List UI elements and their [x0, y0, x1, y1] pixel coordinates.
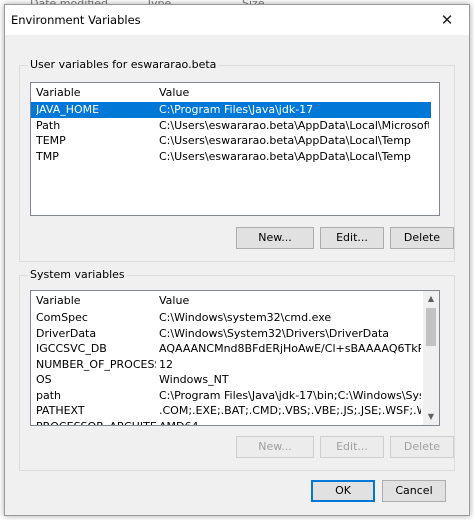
variable-name-cell: NUMBER_OF_PROCESSORS: [36, 357, 156, 371]
system-edit-button[interactable]: Edit...: [320, 436, 384, 458]
scroll-up-icon[interactable]: ▲: [423, 291, 439, 307]
system-list-scrollbar[interactable]: ▲ ▼: [423, 291, 439, 425]
variable-value-cell: AMD64: [159, 419, 199, 426]
environment-variables-dialog: Environment Variables ✕ User variables f…: [4, 4, 470, 516]
user-variables-list[interactable]: Variable Value JAVA_HOME C:\Program Files…: [30, 82, 440, 216]
ok-button[interactable]: OK: [311, 480, 375, 502]
table-row[interactable]: IGCCSVC_DB AQAAANCMnd8BFdERjHoAwE/Cl+sBAA…: [31, 341, 423, 357]
window-title: Environment Variables: [11, 13, 141, 27]
table-row[interactable]: ComSpec C:\Windows\system32\cmd.exe: [31, 310, 423, 326]
variable-name-cell: TEMP: [36, 134, 66, 147]
variable-name-cell: JAVA_HOME: [36, 103, 100, 116]
variable-value-cell: C:\Windows\system32\cmd.exe: [159, 311, 332, 324]
system-new-button[interactable]: New...: [236, 436, 314, 458]
system-variables-group: System variables Variable Value ComSpec C…: [19, 268, 455, 471]
user-new-button[interactable]: New...: [236, 227, 314, 249]
table-row[interactable]: Path C:\Users\eswararao.beta\AppData\Loca…: [31, 118, 431, 134]
user-list-header: Variable Value: [31, 85, 439, 101]
variable-name-cell: Path: [36, 118, 61, 132]
table-row[interactable]: NUMBER_OF_PROCESSORS12: [31, 357, 423, 373]
table-row[interactable]: PATHEXT .COM;.EXE;.BAT;.CMD;.VBS;.VBE;.JS…: [31, 403, 423, 419]
system-variables-label: System variables: [28, 268, 127, 281]
variable-name-cell: PROCESSOR_ARCHITECTURE: [36, 419, 156, 426]
variable-value-cell: 12: [159, 357, 173, 371]
user-edit-button[interactable]: Edit...: [320, 227, 384, 249]
variable-name-cell: PATHEXT: [36, 404, 85, 417]
variable-value-cell: C:\Windows\System32\Drivers\DriverData: [159, 326, 390, 340]
column-header-variable[interactable]: Variable: [36, 293, 156, 309]
column-header-value[interactable]: Value: [159, 85, 434, 101]
close-icon[interactable]: ✕: [429, 7, 465, 33]
title-bar[interactable]: Environment Variables ✕: [5, 5, 469, 35]
table-row[interactable]: JAVA_HOME C:\Program Files\Java\jdk-17: [31, 102, 431, 118]
user-variables-label: User variables for eswararao.beta: [28, 58, 219, 71]
variable-value-cell: AQAAANCMnd8BFdERjHoAwE/Cl+sBAAAAQ6TkPiOL…: [159, 342, 421, 355]
table-row[interactable]: PROCESSOR_ARCHITECTUREAMD64: [31, 419, 423, 426]
variable-value-cell: Windows_NT: [159, 373, 229, 386]
cancel-button[interactable]: Cancel: [382, 480, 446, 502]
system-variables-list[interactable]: Variable Value ComSpec C:\Windows\system3…: [30, 290, 440, 426]
variable-name-cell: IGCCSVC_DB: [36, 342, 107, 355]
variable-value-cell: C:\Program Files\Java\jdk-17\bin;C:\Wind…: [159, 388, 421, 402]
variable-name-cell: OS: [36, 373, 52, 386]
column-header-value[interactable]: Value: [159, 293, 419, 309]
user-variables-group: User variables for eswararao.beta Variab…: [19, 58, 455, 262]
scroll-thumb[interactable]: [426, 308, 436, 346]
variable-value-cell: C:\Users\eswararao.beta\AppData\Local\Te…: [159, 134, 411, 147]
scroll-down-icon[interactable]: ▼: [423, 409, 439, 425]
system-list-header: Variable Value: [31, 293, 423, 309]
table-row[interactable]: path C:\Program Files\Java\jdk-17\bin;C:\…: [31, 388, 423, 404]
table-row[interactable]: DriverData C:\Windows\System32\Drivers\Dr…: [31, 326, 423, 342]
system-delete-button[interactable]: Delete: [390, 436, 454, 458]
user-delete-button[interactable]: Delete: [390, 227, 454, 249]
variable-name-cell: TMP: [36, 149, 59, 163]
table-row[interactable]: OS Windows_NT: [31, 372, 423, 388]
table-row[interactable]: TEMP C:\Users\eswararao.beta\AppData\Loca…: [31, 133, 431, 149]
variable-name-cell: DriverData: [36, 326, 97, 340]
variable-value-cell: C:\Program Files\Java\jdk-17: [159, 103, 314, 116]
variable-name-cell: path: [36, 388, 62, 402]
variable-value-cell: C:\Users\eswararao.beta\AppData\Local\Mi…: [159, 118, 429, 132]
column-header-variable[interactable]: Variable: [36, 85, 156, 101]
variable-name-cell: ComSpec: [36, 311, 88, 324]
table-row[interactable]: TMP C:\Users\eswararao.beta\AppData\Local…: [31, 149, 431, 165]
variable-value-cell: C:\Users\eswararao.beta\AppData\Local\Te…: [159, 149, 411, 163]
variable-value-cell: .COM;.EXE;.BAT;.CMD;.VBS;.VBE;.JS;.JSE;.…: [159, 404, 421, 417]
